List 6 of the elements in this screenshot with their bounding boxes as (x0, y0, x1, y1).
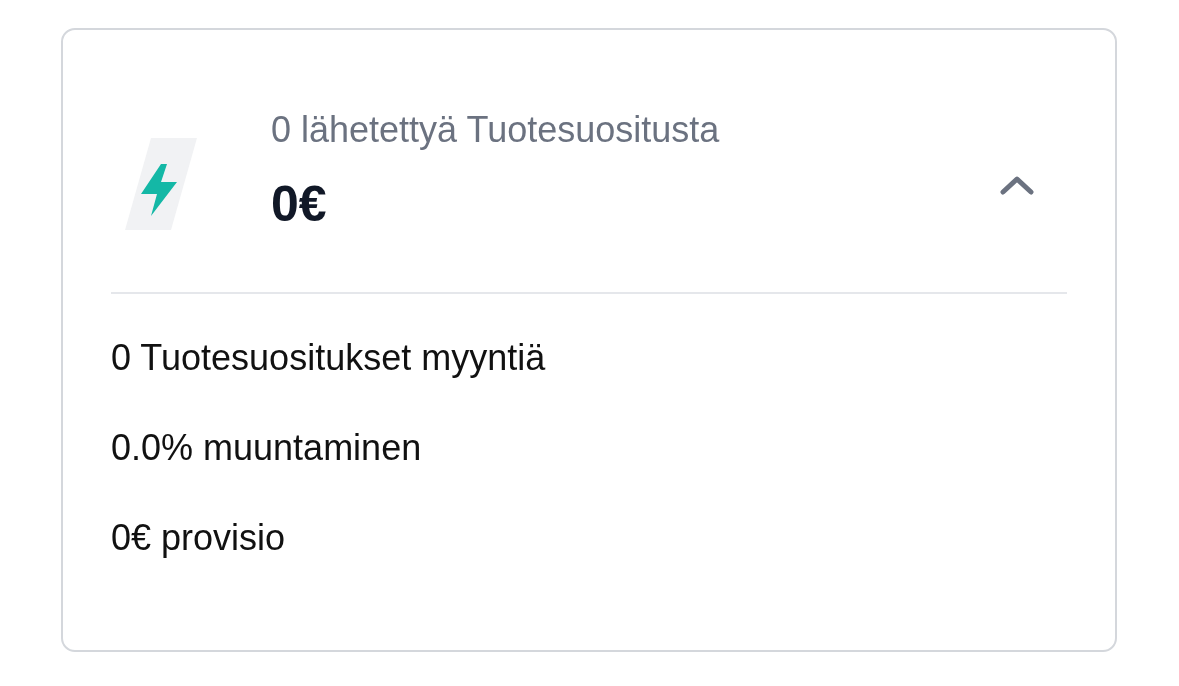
card-amount: 0€ (271, 176, 328, 232)
stat-text: 0 Tuotesuositukset myyntiä (111, 336, 547, 380)
chevron-icon[interactable] (999, 174, 1035, 196)
card-subtitle: 0 lähetettyä Tuotesuositusta (271, 108, 721, 152)
stat-text: 0€ provisio (111, 516, 287, 560)
stat-text: 0.0% muuntaminen (111, 426, 423, 470)
